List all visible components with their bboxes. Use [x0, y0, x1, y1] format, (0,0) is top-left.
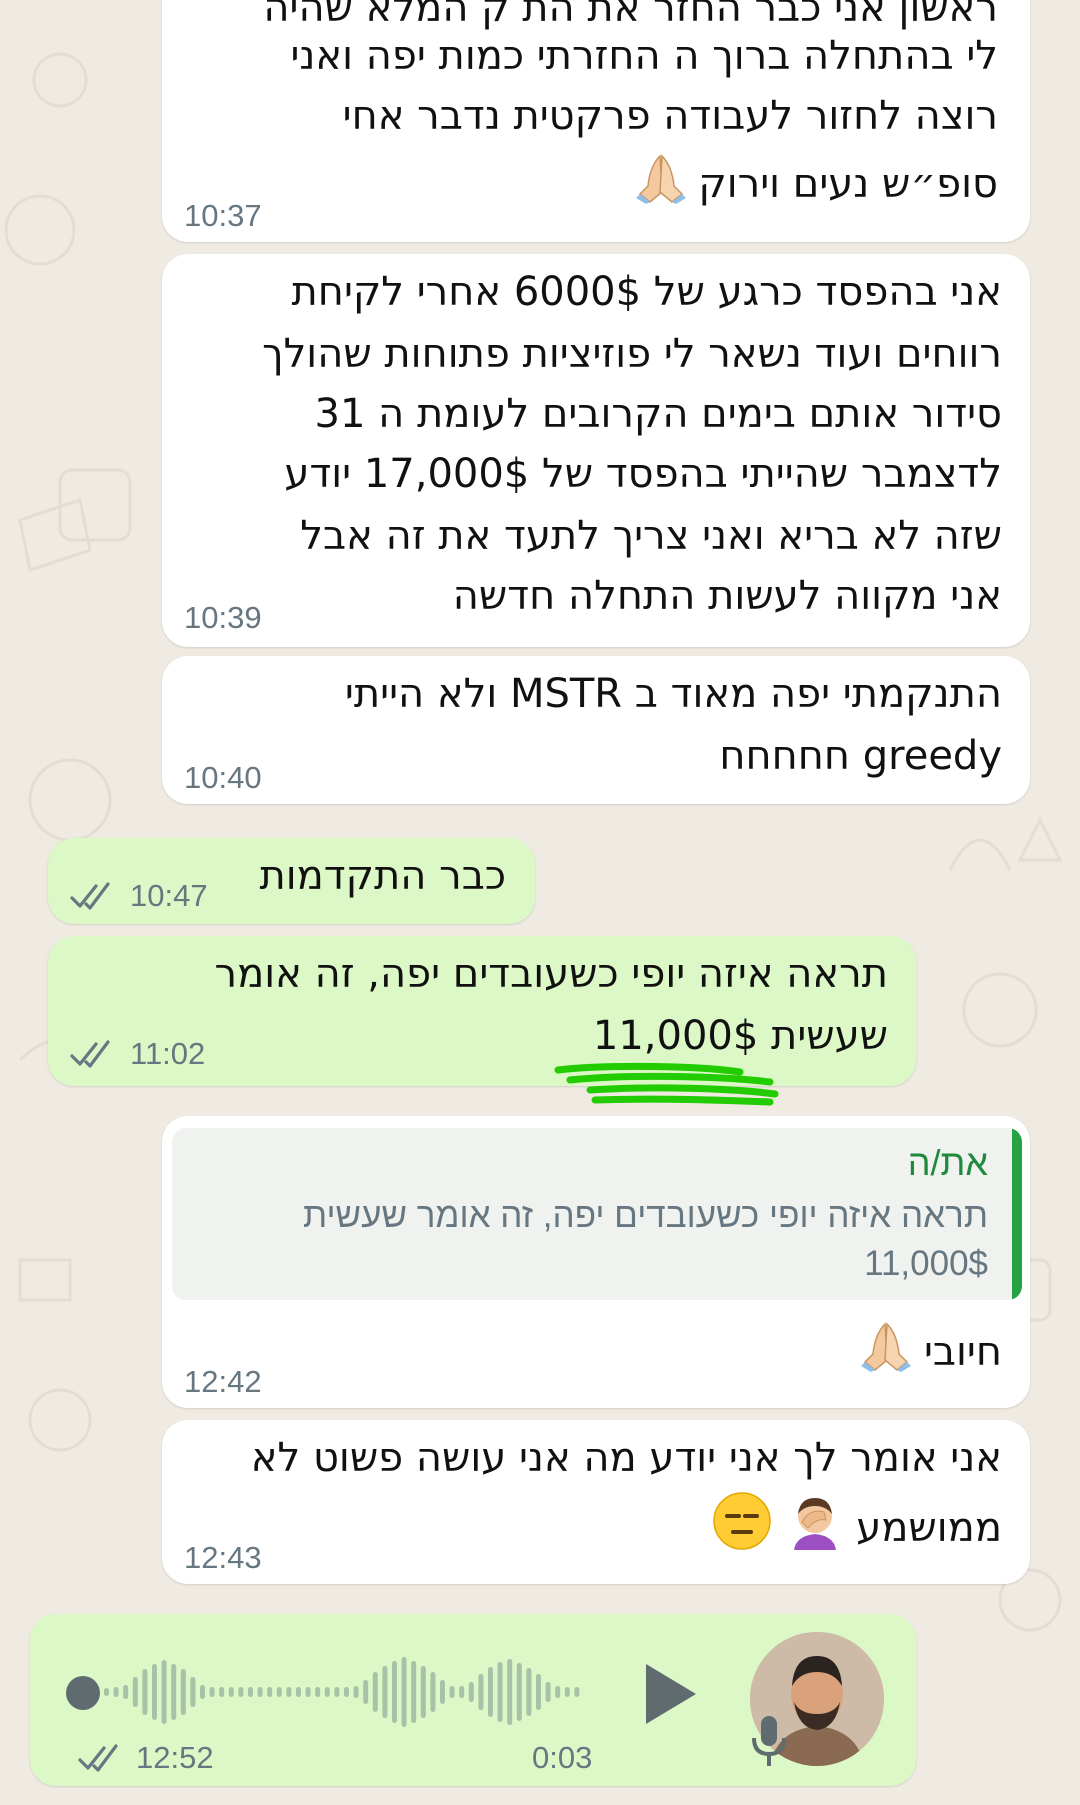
waveform-bar — [420, 1666, 426, 1718]
waveform-bar — [574, 1687, 580, 1697]
waveform-bar — [401, 1657, 407, 1727]
waveform-scrubber-dot[interactable] — [66, 1676, 100, 1710]
waveform-bar — [123, 1685, 129, 1699]
waveform-bar — [545, 1682, 551, 1702]
message-line: סידור אותם בימים הקרובים לעומת ה 31 — [314, 391, 1002, 437]
message-time: 12:42 — [184, 1364, 262, 1399]
waveform-bar — [315, 1687, 321, 1697]
message-time: 10:47 — [130, 878, 208, 913]
message-line: כבר התקדמות — [259, 853, 506, 899]
message-line: לדצמבר שהייתי בהפסד של 17,000$ יודע — [284, 451, 1002, 497]
waveform-bar — [257, 1687, 263, 1697]
message-line: לי בהתחלה ברוך ה החזרתי כמות יפה ואני — [290, 33, 998, 79]
waveform-bar — [238, 1687, 244, 1697]
message-line: ממושמע — [711, 1490, 1002, 1570]
folded-hands-icon — [861, 1318, 912, 1390]
double-check-icon — [70, 882, 110, 910]
waveform-bar — [104, 1688, 109, 1696]
message-line-text: ממושמע — [856, 1505, 1002, 1551]
waveform-bar — [113, 1687, 119, 1697]
waveform-bar — [248, 1687, 253, 1697]
waveform-bar — [132, 1677, 138, 1707]
expressionless-face-icon — [711, 1490, 773, 1570]
waveform-bar — [372, 1672, 378, 1712]
waveform-bar — [200, 1685, 205, 1699]
waveform-bar — [478, 1674, 484, 1710]
message-line: רווחים ועוד נשאר לי פוזיציות פתוחות שהול… — [262, 331, 1002, 377]
message-line: שזה לא בריא ואני צריך לתעד את זה אבל — [300, 513, 1002, 559]
waveform-bar — [353, 1686, 359, 1698]
waveform-bar — [459, 1686, 465, 1698]
message-time: 12:43 — [184, 1540, 262, 1575]
message-time: 11:02 — [130, 1036, 206, 1071]
message-line: אני אומר לך אני יודע מה אני עושה פשוט לא — [250, 1435, 1002, 1481]
waveform-bar — [392, 1661, 397, 1723]
highlight-scribble — [554, 1062, 779, 1106]
waveform-bar — [267, 1687, 273, 1697]
message-line-text: סופ״ש נעים וירוק — [698, 161, 998, 207]
voice-waveform[interactable] — [100, 1650, 600, 1734]
message-line: התנקמתי יפה מאוד ב MSTR ולא הייתי — [344, 671, 1002, 717]
message-line: רוצה לחזור לעבודה פרקטית נדבר אחי — [342, 93, 998, 139]
message-line: תראה איזה יופי כשעובדים יפה, זה אומר — [214, 951, 888, 997]
microphone-icon — [752, 1716, 786, 1766]
waveform-bar — [324, 1687, 330, 1697]
waveform-bar — [152, 1664, 157, 1720]
waveform-bar — [276, 1687, 282, 1697]
waveform-bar — [507, 1659, 513, 1725]
quote-accent-bar — [1012, 1128, 1022, 1300]
waveform-bar — [344, 1687, 349, 1697]
waveform-bar — [536, 1674, 541, 1710]
waveform-bar — [161, 1660, 167, 1724]
double-check-icon — [70, 1040, 110, 1068]
folded-hands-icon — [635, 150, 686, 222]
waveform-bar — [449, 1686, 455, 1698]
voice-duration: 0:03 — [532, 1740, 593, 1775]
waveform-bar — [171, 1664, 177, 1720]
quote-text-line: תראה איזה יופי כשעובדים יפה, זה אומר שעש… — [302, 1196, 988, 1235]
message-line: greedy חחחחח — [719, 733, 1002, 779]
message-time: 10:39 — [184, 600, 262, 635]
message-line: אני בהפסד כרגע של 6000$ אחרי לקיחת — [291, 269, 1002, 315]
waveform-bar — [468, 1682, 474, 1702]
message-line: סופ״ש נעים וירוק — [635, 150, 998, 222]
waveform-bar — [526, 1668, 532, 1716]
waveform-bar — [228, 1687, 234, 1697]
waveform-bar — [488, 1667, 493, 1717]
message-line: אני מקווה לעשות התחלה חדשה — [452, 573, 1002, 619]
waveform-bar — [430, 1672, 436, 1712]
waveform-bar — [305, 1687, 311, 1697]
quote-author: את/ה — [907, 1142, 988, 1183]
waveform-bar — [516, 1663, 522, 1721]
message-time: 10:40 — [184, 760, 262, 795]
waveform-bar — [209, 1687, 215, 1697]
waveform-bar — [286, 1687, 292, 1697]
waveform-bar — [497, 1662, 503, 1722]
waveform-bar — [296, 1687, 301, 1697]
message-line: שעשית 11,000$ — [592, 1013, 888, 1059]
waveform-bar — [180, 1669, 186, 1715]
message-time: 12:52 — [136, 1740, 214, 1775]
waveform-bar — [219, 1687, 225, 1697]
waveform-bar — [382, 1666, 388, 1718]
waveform-bar — [142, 1669, 148, 1715]
waveform-bar — [555, 1686, 561, 1698]
waveform-bar — [190, 1677, 196, 1707]
message-line-text: חיובי — [923, 1329, 1002, 1375]
waveform-bar — [440, 1680, 445, 1704]
message-line: חיובי — [861, 1318, 1002, 1390]
play-icon[interactable] — [640, 1660, 700, 1728]
quote-text-line: 11,000$ — [864, 1244, 988, 1283]
facepalm-icon — [786, 1492, 844, 1568]
waveform-bar — [334, 1687, 340, 1697]
waveform-bar — [363, 1680, 369, 1704]
waveform-bar — [411, 1661, 417, 1723]
double-check-icon — [78, 1744, 118, 1772]
message-time: 10:37 — [184, 198, 262, 233]
waveform-bar — [564, 1687, 570, 1697]
